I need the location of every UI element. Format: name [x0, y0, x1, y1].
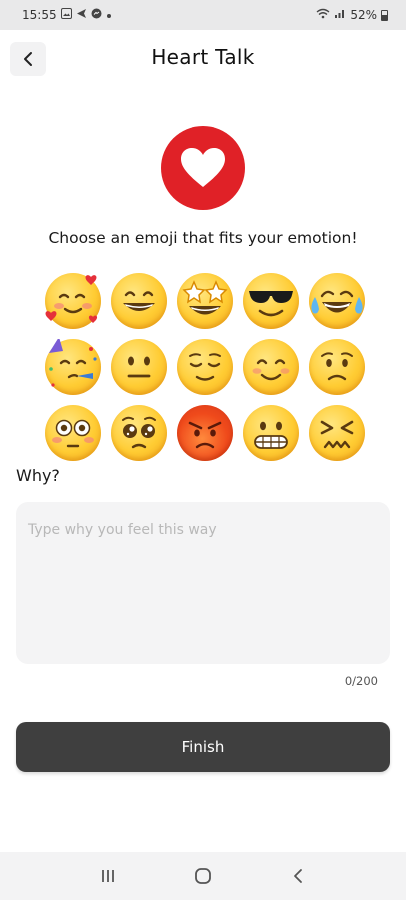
neutral-face-icon [111, 339, 167, 395]
page-title: Heart Talk [151, 45, 255, 69]
status-time: 15:55 [22, 8, 57, 22]
character-counter: 0/200 [344, 674, 378, 688]
emoji-star-struck[interactable] [172, 268, 238, 334]
emoji-grimacing-face[interactable] [238, 400, 304, 466]
face-with-tears-of-joy-icon [309, 273, 365, 329]
status-left: 15:55 [22, 8, 112, 22]
header: Heart Talk [0, 40, 406, 78]
emoji-relieved-face[interactable] [172, 334, 238, 400]
emoji-face-with-tears-of-joy[interactable] [304, 268, 370, 334]
partying-face-icon [45, 339, 101, 395]
back-icon [294, 869, 303, 883]
battery-percent: 52% [350, 8, 377, 22]
home-button[interactable] [183, 856, 223, 896]
confounded-face-icon [309, 405, 365, 461]
recent-apps-button[interactable] [88, 856, 128, 896]
emoji-worried-face[interactable] [304, 334, 370, 400]
reason-input[interactable] [16, 502, 390, 664]
finish-button[interactable]: Finish [16, 722, 390, 772]
emoji-neutral-face[interactable] [106, 334, 172, 400]
emoji-angry-face[interactable] [172, 400, 238, 466]
dot-icon [106, 9, 112, 22]
emoji-smiling-face-with-sunglasses[interactable] [238, 268, 304, 334]
emoji-flushed-face[interactable] [40, 400, 106, 466]
grimacing-face-icon [243, 405, 299, 461]
battery-icon [381, 9, 388, 21]
recent-apps-icon [101, 870, 114, 882]
image-icon [60, 8, 72, 22]
heart-icon [181, 148, 225, 187]
signal-icon [334, 8, 346, 22]
why-label: Why? [16, 466, 60, 485]
messenger-icon [91, 8, 102, 22]
emoji-partying-face[interactable] [40, 334, 106, 400]
emoji-smiling-face[interactable] [238, 334, 304, 400]
angry-face-icon [177, 405, 233, 461]
status-right: 52% [316, 8, 388, 22]
system-nav-bar [0, 852, 406, 900]
relieved-face-icon [177, 339, 233, 395]
smiling-face-icon [243, 339, 299, 395]
emoji-grinning-face-with-smiling-eyes[interactable] [106, 268, 172, 334]
smiling-face-with-sunglasses-icon [243, 273, 299, 329]
pleading-face-icon [111, 405, 167, 461]
status-bar: 15:55 52% [0, 0, 406, 30]
worried-face-icon [309, 339, 365, 395]
system-back-button[interactable] [278, 856, 318, 896]
home-icon [195, 868, 211, 884]
smiling-face-with-hearts-icon [45, 273, 101, 329]
wifi-icon [316, 8, 330, 22]
emotion-prompt: Choose an emoji that fits your emotion! [48, 229, 358, 247]
grinning-face-with-smiling-eyes-icon [111, 273, 167, 329]
emoji-smiling-face-with-hearts[interactable] [40, 268, 106, 334]
emoji-grid [40, 268, 370, 466]
emoji-confounded-face[interactable] [304, 400, 370, 466]
heart-logo [161, 126, 245, 210]
flushed-face-icon [45, 405, 101, 461]
emoji-pleading-face[interactable] [106, 400, 172, 466]
send-icon [76, 8, 87, 22]
star-struck-icon [177, 273, 233, 329]
